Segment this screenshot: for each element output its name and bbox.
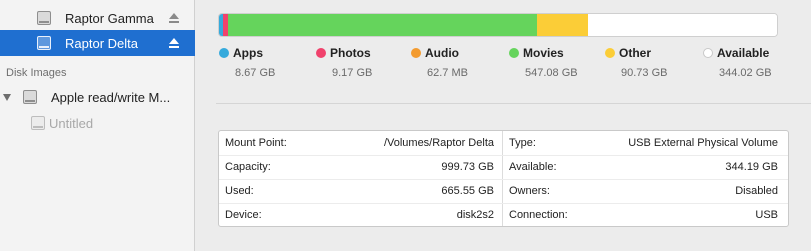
photos-color-dot	[316, 48, 326, 58]
storage-segment-other	[537, 14, 588, 36]
connection-label: Connection:	[509, 209, 568, 221]
other-color-dot	[605, 48, 615, 58]
mount-point-label: Mount Point:	[225, 137, 287, 149]
device-label: Device:	[225, 209, 262, 221]
sidebar-item-disk-image[interactable]: Apple read/write M...	[0, 84, 195, 110]
external-disk-icon	[37, 36, 51, 50]
volume-icon	[31, 116, 45, 130]
legend-name: Movies	[523, 46, 564, 60]
legend-size: 62.7 MB	[427, 67, 468, 79]
row-divider	[219, 203, 788, 204]
row-divider	[219, 179, 788, 180]
sidebar-item-label: Apple read/write M...	[51, 89, 171, 105]
movies-color-dot	[509, 48, 519, 58]
disk-icon	[23, 90, 37, 104]
volume-info-table: Mount Point: /Volumes/Raptor Delta Capac…	[218, 130, 789, 227]
type-label: Type:	[509, 137, 536, 149]
divider	[216, 103, 811, 104]
apps-color-dot	[219, 48, 229, 58]
storage-segment-movies	[228, 14, 537, 36]
owners-label: Owners:	[509, 185, 550, 197]
legend-size: 90.73 GB	[621, 67, 668, 79]
sidebar-item-label: Raptor Gamma	[65, 10, 154, 26]
sidebar-item-untitled[interactable]: Untitled	[0, 110, 195, 136]
row-divider	[219, 155, 788, 156]
capacity-value: 999.73 GB	[441, 161, 494, 173]
legend-size: 8.67 GB	[235, 67, 276, 79]
connection-value: USB	[755, 209, 778, 221]
legend-name: Apps	[233, 46, 263, 60]
sidebar-item-label: Raptor Delta	[65, 35, 138, 51]
sidebar-item-raptor-gamma[interactable]: Raptor Gamma	[0, 5, 195, 31]
available-label: Available:	[509, 161, 557, 173]
storage-segment-available	[588, 14, 777, 36]
available-color-dot	[703, 48, 713, 58]
capacity-label: Capacity:	[225, 161, 271, 173]
audio-color-dot	[411, 48, 421, 58]
main-panel: Apps 8.67 GB Photos 9.17 GB Audio 62.7 M…	[196, 0, 811, 251]
legend-size: 547.08 GB	[525, 67, 578, 79]
legend-size: 344.02 GB	[719, 67, 772, 79]
sidebar-item-label: Untitled	[49, 115, 94, 131]
owners-value: Disabled	[735, 185, 778, 197]
sidebar: Raptor Gamma Raptor Delta Disk Images Ap…	[0, 0, 195, 251]
available-value: 344.19 GB	[725, 161, 778, 173]
mount-point-value: /Volumes/Raptor Delta	[383, 137, 494, 149]
device-value: disk2s2	[456, 209, 494, 221]
used-label: Used:	[225, 185, 254, 197]
type-value: USB External Physical Volume	[628, 137, 778, 149]
eject-icon[interactable]	[169, 37, 179, 49]
external-disk-icon	[37, 11, 51, 25]
disclosure-triangle-icon[interactable]	[3, 94, 11, 101]
storage-usage-bar	[218, 13, 778, 37]
legend-name: Photos	[330, 46, 371, 60]
legend-name: Audio	[425, 46, 459, 60]
eject-icon[interactable]	[169, 12, 179, 24]
sidebar-item-raptor-delta[interactable]: Raptor Delta	[0, 30, 195, 56]
legend-size: 9.17 GB	[332, 67, 373, 79]
section-header-disk-images: Disk Images	[6, 67, 67, 79]
used-value: 665.55 GB	[441, 185, 494, 197]
legend-name: Other	[619, 46, 652, 60]
legend-name: Available	[717, 46, 770, 60]
